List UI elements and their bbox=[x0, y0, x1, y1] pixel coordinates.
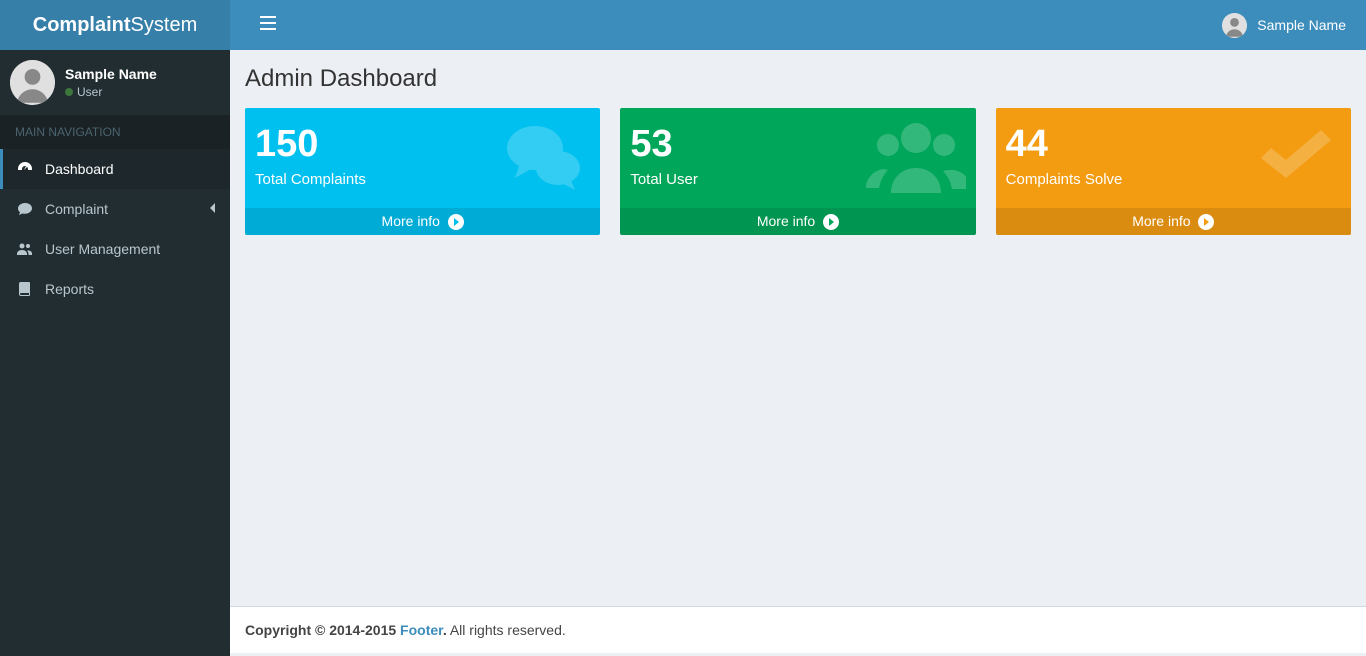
users-icon bbox=[15, 241, 35, 257]
copyright-label: Copyright © 2014-2015 bbox=[245, 622, 400, 638]
user-panel: Sample Name User bbox=[0, 50, 230, 115]
logo-bold: Complaint bbox=[33, 14, 131, 36]
check-icon bbox=[1251, 113, 1341, 222]
footer-link[interactable]: Footer bbox=[400, 622, 443, 638]
logo-light: System bbox=[131, 14, 198, 36]
sidebar-section-header: MAIN NAVIGATION bbox=[0, 115, 230, 149]
comments-icon bbox=[500, 113, 590, 222]
footer: Copyright © 2014-2015 Footer. All rights… bbox=[230, 606, 1366, 653]
online-status-icon bbox=[65, 88, 73, 96]
avatar-icon bbox=[1222, 13, 1247, 38]
book-icon bbox=[15, 281, 35, 297]
stat-row: 150 Total Complaints More info 53 Total … bbox=[245, 108, 1351, 235]
sidebar-item-dashboard[interactable]: Dashboard bbox=[0, 149, 230, 189]
logo[interactable]: ComplaintSystem bbox=[0, 0, 230, 50]
sidebar-item-label: Complaint bbox=[45, 201, 108, 217]
sidebar-item-label: User Management bbox=[45, 241, 160, 257]
user-status: User bbox=[65, 85, 220, 99]
sidebar-item-user-management[interactable]: User Management bbox=[0, 229, 230, 269]
menu-toggle-icon[interactable] bbox=[245, 1, 291, 50]
sidebar-item-label: Dashboard bbox=[45, 161, 114, 177]
user-name-label: Sample Name bbox=[1257, 17, 1346, 33]
content-header: Admin Dashboard bbox=[230, 50, 1366, 108]
dashboard-icon bbox=[15, 161, 35, 177]
sidebar: Sample Name User MAIN NAVIGATION Dashboa… bbox=[0, 50, 230, 656]
more-info-label: More info bbox=[382, 213, 440, 229]
card-complaints-solve: 44 Complaints Solve More info bbox=[996, 108, 1351, 235]
sidebar-item-reports[interactable]: Reports bbox=[0, 269, 230, 309]
chevron-left-icon bbox=[209, 203, 215, 216]
sidebar-user-name: Sample Name bbox=[65, 66, 220, 82]
sidebar-item-label: Reports bbox=[45, 281, 94, 297]
avatar-icon bbox=[10, 60, 55, 105]
card-total-complaints: 150 Total Complaints More info bbox=[245, 108, 600, 235]
sidebar-menu: Dashboard Complaint User Management bbox=[0, 149, 230, 309]
arrow-circle-right-icon bbox=[448, 214, 464, 230]
more-info-label: More info bbox=[757, 213, 815, 229]
header: ComplaintSystem Sample Name bbox=[0, 0, 1366, 50]
sidebar-item-complaint[interactable]: Complaint bbox=[0, 189, 230, 229]
navbar: Sample Name bbox=[230, 0, 1366, 50]
user-menu[interactable]: Sample Name bbox=[1217, 5, 1351, 46]
arrow-circle-right-icon bbox=[1198, 214, 1214, 230]
comment-icon bbox=[15, 201, 35, 217]
content-wrapper: Admin Dashboard 150 Total Complaints Mor… bbox=[230, 0, 1366, 606]
more-info-label: More info bbox=[1132, 213, 1190, 229]
rights-label: All rights reserved. bbox=[447, 622, 566, 638]
user-role-label: User bbox=[77, 85, 102, 99]
users-group-icon bbox=[866, 113, 966, 222]
content: 150 Total Complaints More info 53 Total … bbox=[230, 108, 1366, 250]
arrow-circle-right-icon bbox=[823, 214, 839, 230]
card-total-user: 53 Total User More info bbox=[620, 108, 975, 235]
page-title: Admin Dashboard bbox=[245, 65, 1351, 93]
